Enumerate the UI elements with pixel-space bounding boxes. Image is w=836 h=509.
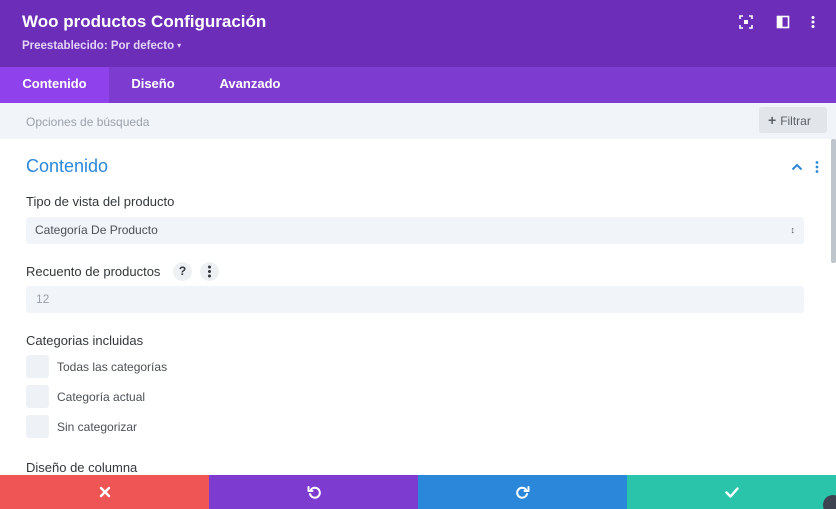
preset-label: Preestablecido: Por defecto [22, 40, 175, 52]
more-vertical-icon[interactable] [806, 15, 822, 31]
checkbox[interactable] [26, 355, 49, 378]
preset-selector[interactable]: Preestablecido: Por defecto ▾ [22, 40, 181, 52]
save-button[interactable] [627, 475, 836, 509]
checkbox[interactable] [26, 415, 49, 438]
section-title[interactable]: Contenido [26, 156, 108, 177]
caret-down-icon: ▾ [177, 41, 182, 50]
view-type-label: Tipo de vista del producto [26, 194, 175, 209]
redo-icon [515, 486, 529, 499]
check-icon [724, 487, 739, 498]
select-arrows-icon: ↕ [790, 225, 796, 235]
plus-icon: + [768, 112, 777, 128]
redo-button[interactable] [418, 475, 627, 509]
column-layout-label: Diseño de columna [26, 460, 138, 475]
category-option-label: Categoría actual [57, 390, 146, 404]
filter-label: Filtrar [780, 114, 811, 128]
tab-diseno[interactable]: Diseño [109, 67, 197, 103]
scrollbar[interactable] [831, 139, 836, 263]
discard-button[interactable] [0, 475, 209, 509]
filter-button[interactable]: + Filtrar [759, 107, 827, 133]
modal-title: Woo productos Configuración [22, 12, 267, 31]
help-icon[interactable]: ? [173, 262, 192, 281]
view-type-value: Categoría De Producto [35, 223, 158, 237]
undo-icon [307, 486, 321, 499]
tab-avanzado[interactable]: Avanzado [197, 67, 303, 103]
product-count-input[interactable]: 12 [26, 286, 804, 313]
search-bar: Opciones de búsqueda [0, 103, 836, 139]
sidebar-layout-icon[interactable] [776, 15, 792, 31]
chevron-up-icon[interactable] [790, 160, 804, 174]
footer-actions [0, 475, 836, 509]
category-option-label: Todas las categorías [57, 360, 168, 374]
view-type-select[interactable]: Categoría De Producto ↕ [26, 217, 804, 244]
search-input[interactable]: Opciones de búsqueda [26, 115, 149, 129]
categories-label: Categorias incluidas [26, 333, 144, 348]
field-more-icon[interactable] [200, 262, 219, 281]
category-option-label: Sin categorizar [57, 420, 138, 434]
modal-header: Woo productos Configuración Preestableci… [0, 0, 836, 67]
undo-button[interactable] [209, 475, 418, 509]
product-count-label: Recuento de productos [26, 264, 161, 279]
tab-bar: Contenido Diseño Avanzado [0, 67, 836, 103]
checkbox[interactable] [26, 385, 49, 408]
tab-contenido[interactable]: Contenido [0, 67, 109, 103]
floating-action-icon[interactable] [823, 495, 836, 509]
close-icon [99, 486, 110, 498]
section-more-icon[interactable] [812, 160, 822, 174]
expand-icon[interactable] [739, 15, 755, 31]
